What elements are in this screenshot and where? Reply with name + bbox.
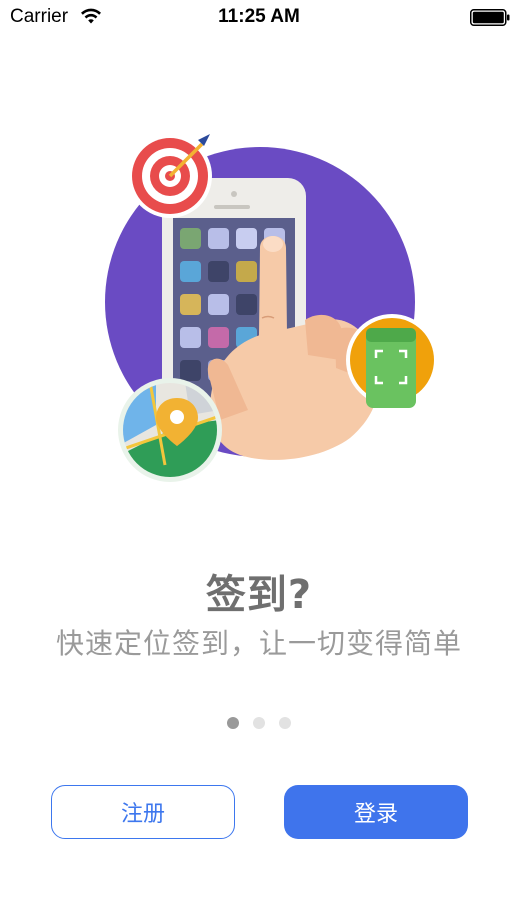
target-icon — [128, 134, 212, 218]
onboarding-illustration — [105, 134, 438, 482]
register-button[interactable]: 注册 — [51, 785, 235, 839]
map-pin-icon — [118, 378, 222, 482]
page-dot-1[interactable] — [227, 717, 239, 729]
onboarding-screen: Carrier 11:25 AM 签到? 快速定位签到，让一切变得简单 注册 登… — [0, 0, 518, 920]
register-button-label: 注册 — [120, 802, 165, 827]
page-indicator[interactable] — [0, 717, 518, 731]
status-bar: Carrier 11:25 AM — [0, 0, 518, 36]
login-button[interactable]: 登录 — [284, 785, 468, 839]
battery-full-icon — [470, 9, 510, 26]
login-button-label: 登录 — [353, 802, 398, 827]
page-dot-3[interactable] — [279, 717, 291, 729]
page-title: 签到? — [205, 572, 313, 618]
clock: 11:25 AM — [218, 6, 300, 27]
page-dot-2[interactable] — [253, 717, 265, 729]
page-subtitle: 快速定位签到，让一切变得简单 — [55, 627, 462, 660]
